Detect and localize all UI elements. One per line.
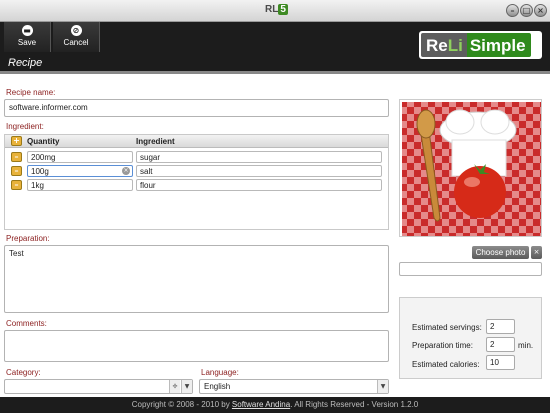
language-select[interactable]: English ▼: [199, 379, 389, 394]
estimates-panel: Estimated servings: 2 Preparation time: …: [399, 297, 542, 379]
window-titlebar: RL 5 – □ ×: [0, 0, 550, 22]
page-title: Recipe: [8, 57, 43, 69]
clear-icon[interactable]: ×: [122, 167, 130, 175]
cancel-icon: ⊘: [70, 25, 82, 36]
photo-image: [402, 102, 541, 236]
quantity-input[interactable]: 1kg: [27, 179, 133, 191]
app-logo: RL 5: [265, 4, 288, 15]
category-select[interactable]: ✢ ▼: [4, 379, 193, 394]
add-icon[interactable]: +: [11, 136, 22, 146]
calories-input[interactable]: 10: [486, 355, 515, 370]
brand-logo: ReLi Simple: [419, 31, 542, 59]
quantity-input[interactable]: 200mg: [27, 151, 133, 163]
preparation-textarea[interactable]: Test: [4, 245, 389, 313]
add-category-icon[interactable]: ✢: [169, 380, 180, 393]
recipe-photo: [399, 99, 542, 237]
close-icon[interactable]: ×: [534, 4, 547, 17]
minimize-icon[interactable]: –: [506, 4, 519, 17]
servings-input[interactable]: 2: [486, 319, 515, 334]
ingredient-input[interactable]: sugar: [136, 151, 382, 163]
comments-textarea[interactable]: [4, 330, 389, 362]
prep-time-unit: min.: [518, 341, 534, 350]
ingredient-input[interactable]: flour: [136, 179, 382, 191]
comments-label: Comments:: [6, 319, 47, 328]
ingredient-input[interactable]: salt: [136, 165, 382, 177]
recipe-name-label: Recipe name:: [6, 88, 56, 97]
save-button[interactable]: ▬ Save: [4, 22, 51, 52]
choose-photo-button[interactable]: Choose photo: [472, 246, 529, 259]
save-icon: ▬: [21, 25, 33, 36]
prep-time-label: Preparation time:: [412, 341, 473, 350]
chevron-down-icon[interactable]: ▼: [181, 380, 192, 393]
maximize-icon[interactable]: □: [520, 4, 533, 17]
table-row: – 100g × salt: [5, 165, 388, 178]
language-label: Language:: [201, 368, 239, 377]
remove-icon[interactable]: –: [11, 152, 22, 162]
prep-time-input[interactable]: 2: [486, 337, 515, 352]
cancel-button[interactable]: ⊘ Cancel: [53, 22, 100, 52]
footer: Copyright © 2008 - 2010 by Software Andi…: [0, 397, 550, 413]
recipe-name-input[interactable]: software.informer.com: [4, 99, 389, 117]
column-quantity: Quantity: [27, 137, 60, 146]
category-label: Category:: [6, 368, 41, 377]
remove-icon[interactable]: –: [11, 180, 22, 190]
ingredient-table-header: + Quantity Ingredient: [5, 135, 388, 148]
table-row: – 1kg flour: [5, 179, 388, 192]
ingredient-table: + Quantity Ingredient – 200mg sugar – 10…: [4, 134, 389, 230]
quantity-input[interactable]: 100g ×: [27, 165, 133, 177]
calories-label: Estimated calories:: [412, 360, 480, 369]
photo-path-field[interactable]: [399, 262, 542, 276]
remove-photo-icon[interactable]: ×: [531, 246, 542, 259]
software-andina-link[interactable]: Software Andina: [232, 400, 290, 409]
column-ingredient: Ingredient: [136, 137, 175, 146]
table-row: – 200mg sugar: [5, 151, 388, 164]
remove-icon[interactable]: –: [11, 166, 22, 176]
ingredient-label: Ingredient:: [6, 122, 44, 131]
servings-label: Estimated servings:: [412, 323, 482, 332]
chevron-down-icon[interactable]: ▼: [377, 380, 388, 393]
preparation-label: Preparation:: [6, 234, 50, 243]
